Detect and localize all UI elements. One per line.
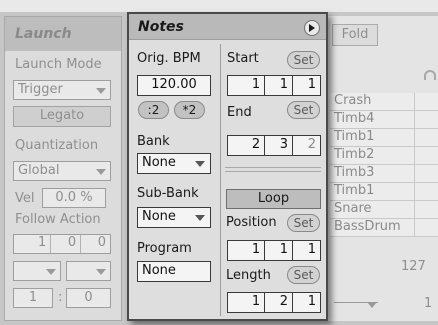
vel-field[interactable]: 0.0 % — [42, 188, 106, 208]
track-cell — [414, 219, 438, 237]
length-bars: 1 — [251, 294, 261, 309]
track-name: Timb2 — [330, 147, 414, 165]
bank-select[interactable]: None — [137, 153, 211, 174]
track-cell — [414, 147, 438, 165]
track-name: Snare — [330, 201, 414, 219]
length-set-button[interactable]: Set — [287, 266, 320, 284]
end-bars: 2 — [251, 137, 261, 152]
end-field[interactable]: 2 3 2 — [227, 135, 321, 156]
half-tempo-button[interactable]: :2 — [138, 101, 169, 119]
notes-title: Notes — [138, 19, 184, 35]
track-name: Timb4 — [330, 111, 414, 129]
start-field[interactable]: 1 1 1 — [227, 75, 321, 96]
track-name: BassDrum — [330, 219, 414, 237]
chevron-down-icon[interactable] — [367, 302, 377, 308]
track-name: Timb1 — [330, 183, 414, 201]
orig-bpm-field[interactable]: 120.00 — [137, 75, 211, 96]
position-sixteenths: 1 — [292, 241, 320, 260]
loop-button[interactable]: Loop — [226, 189, 321, 209]
start-label: Start — [227, 51, 259, 66]
notes-panel: Notes Orig. BPM 120.00 :2 *2 Bank None S… — [127, 12, 328, 321]
follow-action-b-select[interactable] — [66, 261, 111, 281]
chevron-down-icon — [96, 169, 106, 175]
headphone-icon[interactable] — [424, 70, 436, 80]
end-beats: 3 — [264, 136, 292, 155]
position-set-button[interactable]: Set — [287, 214, 320, 232]
chevron-down-icon — [96, 269, 106, 275]
notes-header: Notes — [129, 14, 326, 40]
follow-value-3: 0 — [97, 235, 106, 250]
quantization-select[interactable]: Global — [13, 161, 111, 181]
follow-time-separator: : — [58, 290, 63, 305]
track-cell — [414, 93, 438, 111]
follow-action-a-select[interactable] — [13, 261, 61, 281]
column-divider — [220, 44, 221, 316]
length-label: Length — [226, 268, 271, 283]
position-label: Position — [226, 215, 277, 230]
quantization-value: Global — [18, 163, 60, 178]
launch-title: Launch — [5, 17, 121, 51]
bank-label: Bank — [137, 134, 170, 149]
start-sixteenths: 1 — [292, 76, 320, 95]
track-cell — [414, 201, 438, 219]
launch-mode-value: Trigger — [18, 82, 63, 97]
fold-button[interactable]: Fold — [332, 24, 378, 46]
launch-mode-select[interactable]: Trigger — [13, 80, 111, 100]
follow-action-label: Follow Action — [15, 212, 101, 227]
position-beats: 1 — [264, 241, 292, 260]
program-field[interactable]: None — [137, 261, 211, 282]
top-band — [0, 0, 438, 12]
track-name: Timb3 — [330, 165, 414, 183]
chevron-down-icon — [96, 88, 106, 94]
track-cell — [414, 165, 438, 183]
position-bars: 1 — [251, 242, 261, 257]
legato-button[interactable]: Legato — [13, 106, 111, 127]
length-sixteenths: 1 — [292, 293, 320, 312]
length-beats: 2 — [264, 293, 292, 312]
end-label: End — [227, 105, 252, 120]
vel-label: Vel — [15, 191, 35, 206]
track-cell — [414, 129, 438, 147]
start-beats: 1 — [264, 76, 292, 95]
track-cell — [414, 111, 438, 129]
value-127: 127 — [401, 259, 426, 274]
divider — [225, 167, 321, 168]
start-bars: 1 — [251, 77, 261, 92]
follow-action-values[interactable]: 1 0 0 — [13, 234, 111, 254]
follow-value-1: 1 — [14, 235, 52, 253]
arrow-right-icon[interactable] — [304, 20, 320, 36]
chevron-down-icon — [195, 161, 205, 167]
follow-value-2: 0 — [51, 235, 82, 253]
end-set-button[interactable]: Set — [287, 101, 320, 119]
app-window: Launch Launch Mode Trigger Legato Quanti… — [0, 0, 438, 325]
follow-time-bars[interactable]: 1 — [13, 288, 53, 308]
track-name: Crash — [330, 93, 414, 111]
end-sixteenths: 2 — [292, 136, 320, 155]
program-label: Program — [137, 241, 192, 256]
chevron-down-icon — [195, 215, 205, 221]
length-field[interactable]: 1 2 1 — [227, 292, 321, 313]
position-field[interactable]: 1 1 1 — [227, 240, 321, 261]
double-tempo-button[interactable]: *2 — [174, 101, 205, 119]
chevron-down-icon — [46, 269, 56, 275]
sub-bank-select[interactable]: None — [137, 207, 211, 228]
quantization-label: Quantization — [15, 138, 99, 153]
follow-time-beats[interactable]: 0 — [66, 288, 111, 308]
sub-bank-label: Sub-Bank — [137, 186, 199, 201]
bank-value: None — [142, 155, 176, 170]
track-cell — [414, 183, 438, 201]
start-set-button[interactable]: Set — [287, 51, 320, 69]
orig-bpm-label: Orig. BPM — [137, 51, 201, 66]
divider — [225, 171, 321, 172]
sub-bank-value: None — [142, 209, 176, 224]
track-name: Timb1 — [330, 129, 414, 147]
launch-mode-label: Launch Mode — [15, 57, 102, 72]
value-1: 1 — [424, 296, 433, 311]
